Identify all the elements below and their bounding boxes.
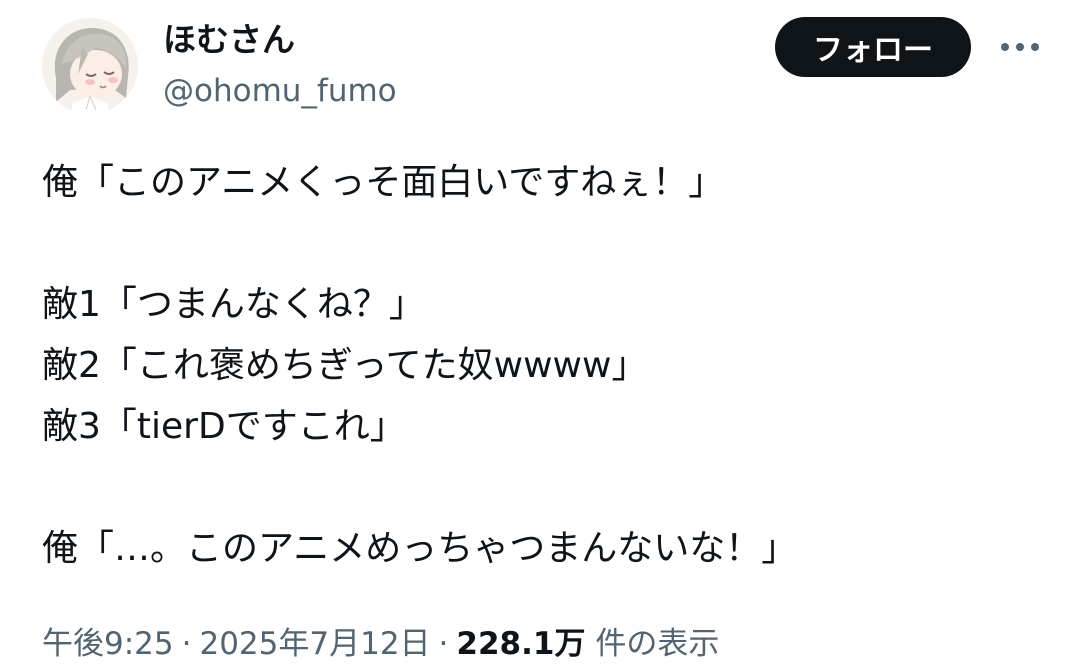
follow-button[interactable]: フォロー [775,17,971,77]
tweet-line: 俺「このアニメくっそ面白いですねぇ！」 [42,162,725,203]
meta-separator: · [181,626,192,662]
tweet-line: 俺「…。このアニメめっちゃつまんないな！」 [42,528,798,569]
tweet-line: 敵2「これ褒めちぎってた奴wwww」 [42,345,648,386]
tweet-line: 敵1「つまんなくね？」 [42,284,425,325]
avatar-image [42,18,138,114]
meta-separator: · [438,626,449,662]
more-options-button[interactable] [992,22,1048,72]
tweet-meta: 午後9:25 · 2025年7月12日 · 228.1万 件の表示 [42,620,719,668]
views-label: 件の表示 [595,626,720,662]
tweet-text: 俺「このアニメくっそ面白いですねぇ！」 敵1「つまんなくね？」 敵2「これ褒めち… [42,152,1042,579]
tweet-date[interactable]: 2025年7月12日 [199,626,430,662]
tweet-line: 敵3「tierDですこれ」 [42,406,406,447]
tweet: ほむさん @ohomu_fumo フォロー 俺「このアニメくっそ面白いですねぇ！… [0,0,1080,668]
tweet-time[interactable]: 午後9:25 [42,626,174,662]
display-name[interactable]: ほむさん [163,16,295,64]
more-horizontal-icon [1001,43,1039,51]
user-handle[interactable]: @ohomu_fumo [163,68,397,114]
views-count: 228.1万 [456,626,586,662]
avatar[interactable] [42,18,138,114]
